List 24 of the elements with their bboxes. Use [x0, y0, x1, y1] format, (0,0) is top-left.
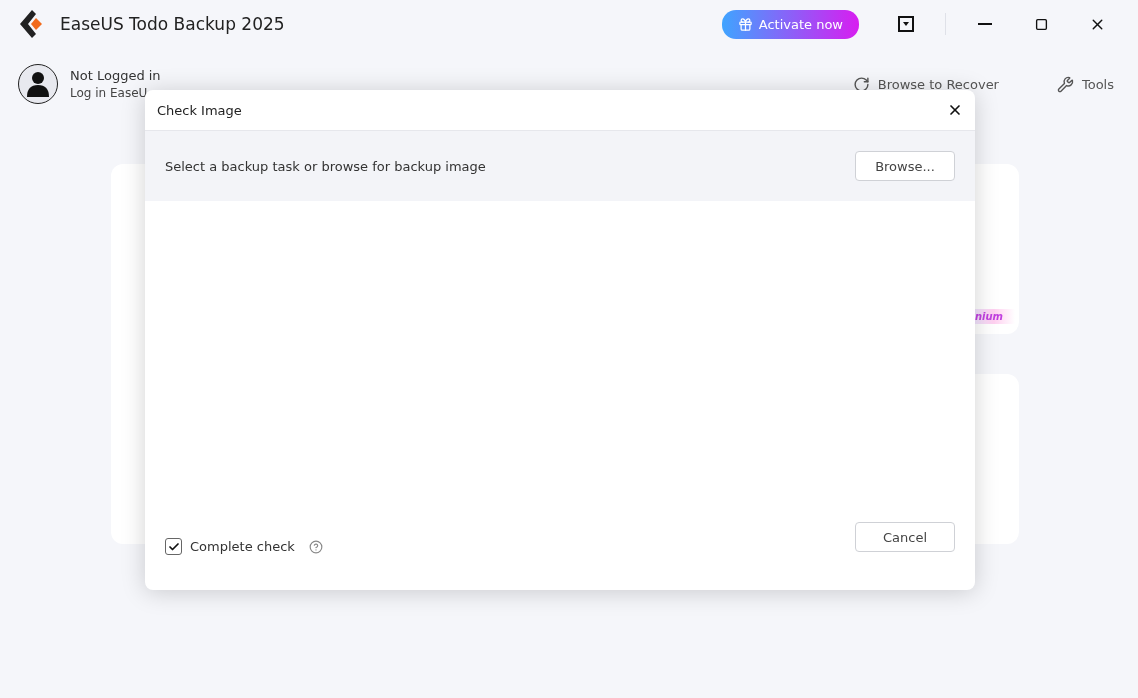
help-icon[interactable] [308, 539, 323, 554]
close-icon [947, 102, 963, 118]
wrench-icon [1056, 75, 1074, 93]
close-button[interactable] [947, 102, 963, 118]
nav-item[interactable]: Browse to Recover [846, 74, 1005, 94]
activate-button[interactable]: Activate now [721, 9, 859, 39]
check-icon [167, 540, 180, 553]
minimize-icon [978, 23, 992, 25]
account-name: Not Logged in [70, 68, 162, 83]
dialog-title: Check Image [157, 102, 242, 118]
refresh-icon [852, 75, 870, 93]
premium-badge: nium [972, 309, 1015, 324]
cancel-button[interactable]: Cancel [855, 522, 955, 552]
dropdown-icon [898, 16, 914, 32]
nav-item[interactable]: Tools [1050, 74, 1120, 94]
checkbox-label: Complete check [190, 539, 295, 554]
browse-button[interactable]: Browse... [855, 151, 955, 181]
maximize-icon [1034, 17, 1048, 31]
person-icon [26, 70, 50, 98]
app-title: EaseUS Todo Backup 2025 [60, 14, 286, 34]
avatar[interactable] [18, 64, 58, 104]
gift-icon [737, 16, 753, 32]
prompt-text: Select a backup task or browse for backup image [165, 158, 486, 174]
checkbox[interactable] [165, 538, 182, 555]
